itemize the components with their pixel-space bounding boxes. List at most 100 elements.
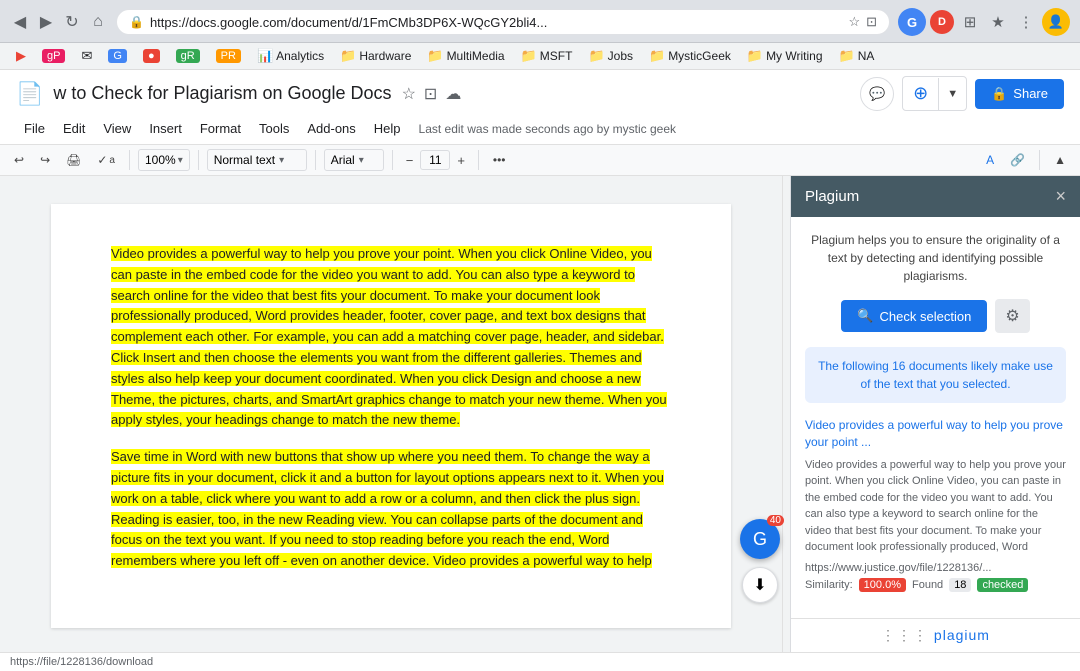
more-options-button[interactable]: •••	[487, 149, 512, 171]
search-icon: 🔍	[857, 308, 873, 324]
bookmark-folder-hardware[interactable]: 📁 Hardware	[334, 46, 417, 66]
back-button[interactable]: ◀	[10, 12, 30, 32]
bookmark-mail[interactable]: ✉	[75, 46, 98, 66]
google-account-icon[interactable]: G	[898, 8, 926, 36]
bookmark-red[interactable]: ●	[137, 47, 166, 65]
doc-paragraph-2: Save time in Word with new buttons that …	[111, 447, 671, 572]
home-button[interactable]: ⌂	[88, 12, 108, 32]
forward-button[interactable]: ▶	[36, 12, 56, 32]
cast-icon[interactable]: ⊡	[866, 14, 877, 30]
star-doc-icon[interactable]: ☆	[402, 84, 416, 104]
menu-insert[interactable]: Insert	[141, 117, 190, 140]
menu-help[interactable]: Help	[366, 117, 409, 140]
doc-paragraph-1: Video provides a powerful way to help yo…	[111, 244, 671, 431]
document-scrollbar[interactable]	[782, 176, 790, 652]
menu-file[interactable]: File	[16, 117, 53, 140]
result-badges: Similarity: 100.0% Found 18 checked	[805, 578, 1066, 592]
bookmark-youtube[interactable]: ▶	[10, 46, 32, 66]
separator5	[478, 150, 479, 170]
font-size-control: − 11 +	[401, 150, 470, 170]
browser-chrome: ◀ ▶ ↻ ⌂ 🔒 https://docs.google.com/docume…	[0, 0, 1080, 43]
bookmark-mysticgeek[interactable]: 📁 MysticGeek	[643, 46, 737, 66]
bookmark-gp[interactable]: gP	[36, 47, 71, 65]
zoom-chevron: ▾	[178, 155, 183, 166]
bookmark-icon[interactable]: ★	[986, 10, 1010, 34]
bookmark-analytics[interactable]: 📊 Analytics	[251, 46, 330, 66]
folder5-icon: 📁	[649, 48, 665, 64]
style-selector[interactable]: Normal text ▾	[207, 149, 307, 171]
separator1	[129, 150, 130, 170]
document-area[interactable]: Video provides a powerful way to help yo…	[0, 176, 782, 652]
settings-button[interactable]: ⚙	[995, 299, 1029, 333]
user-avatar[interactable]: 👤	[1042, 8, 1070, 36]
menu-addons[interactable]: Add-ons	[299, 117, 363, 140]
multimedia-label: MultiMedia	[447, 49, 505, 63]
font-value: Arial	[331, 153, 355, 167]
result-item: Video provides a powerful way to help yo…	[805, 417, 1066, 592]
reload-button[interactable]: ↻	[62, 12, 82, 32]
bookmark-g[interactable]: G	[102, 47, 133, 65]
menu-icon[interactable]: ⋮	[1014, 10, 1038, 34]
bookmark-na[interactable]: 📁 NA	[833, 46, 881, 66]
redo-button[interactable]: ↪	[34, 149, 56, 171]
mywriting-label: My Writing	[766, 49, 822, 63]
profile-icon[interactable]: D	[930, 10, 954, 34]
bookmark-gr[interactable]: gR	[170, 47, 206, 65]
scroll-down-fab[interactable]: ⬇	[742, 567, 778, 603]
msft-label: MSFT	[540, 49, 573, 63]
lock-icon: 🔒	[129, 15, 144, 29]
last-edit-text: Last edit was made seconds ago by mystic…	[419, 122, 676, 136]
plagium-brand: plagium	[934, 627, 990, 643]
bookmark-jobs[interactable]: 📁 Jobs	[582, 46, 639, 66]
plagium-title: Plagium	[805, 188, 859, 205]
font-size-value[interactable]: 11	[420, 150, 450, 170]
menu-edit[interactable]: Edit	[55, 117, 93, 140]
result-title-link[interactable]: Video provides a powerful way to help yo…	[805, 417, 1066, 451]
browser-right-icons: G D ⊞ ★ ⋮ 👤	[898, 8, 1070, 36]
plagium-close-button[interactable]: ×	[1055, 186, 1066, 207]
menu-view[interactable]: View	[95, 117, 139, 140]
page-title: w to Check for Plagiarism on Google Docs	[53, 83, 391, 104]
insert-link-button[interactable]: 🔗	[1004, 149, 1031, 171]
plagium-footer: ⋮⋮⋮ plagium	[791, 618, 1080, 652]
print-button[interactable]: 🖨	[60, 149, 87, 171]
font-size-increase[interactable]: +	[452, 151, 470, 170]
checked-badge: checked	[977, 578, 1028, 592]
undo-button[interactable]: ↩	[8, 149, 30, 171]
font-selector[interactable]: Arial ▾	[324, 149, 384, 171]
collapse-toolbar-button[interactable]: ▲	[1048, 149, 1072, 171]
check-selection-button[interactable]: 🔍 Check selection	[841, 300, 987, 332]
doc-page[interactable]: Video provides a powerful way to help yo…	[51, 204, 731, 628]
present-dropdown[interactable]: ▼	[939, 82, 966, 106]
menu-tools[interactable]: Tools	[251, 117, 297, 140]
font-size-decrease[interactable]: −	[401, 151, 419, 170]
cloud-icon[interactable]: ☁	[445, 84, 461, 104]
red-icon: ●	[143, 49, 160, 63]
bookmark-pr[interactable]: PR	[210, 47, 247, 65]
doc-text: Video provides a powerful way to help yo…	[111, 244, 671, 572]
status-bar: https://file/1228136/download	[0, 652, 1080, 671]
chat-fab-container: G 40	[740, 519, 780, 559]
bookmarks-bar: ▶ gP ✉ G ● gR PR 📊 Analytics 📁 Hardware …	[0, 43, 1080, 70]
bookmark-mywriting[interactable]: 📁 My Writing	[741, 46, 829, 66]
extensions-icon[interactable]: ⊞	[958, 10, 982, 34]
mail-icon: ✉	[81, 48, 92, 64]
menu-format[interactable]: Format	[192, 117, 249, 140]
bookmark-folder-multimedia[interactable]: 📁 MultiMedia	[421, 46, 510, 66]
share-button[interactable]: 🔒 Share	[975, 79, 1064, 109]
present-icon[interactable]: ⊕	[903, 77, 938, 110]
text-color-button[interactable]: A	[980, 149, 1000, 171]
star-icon[interactable]: ☆	[848, 14, 860, 30]
style-value: Normal text	[214, 153, 275, 167]
share-label: Share	[1013, 86, 1048, 101]
separator2	[198, 150, 199, 170]
plagium-description: Plagium helps you to ensure the original…	[805, 231, 1066, 285]
docs-title-row: 📄 w to Check for Plagiarism on Google Do…	[16, 76, 1064, 115]
spellcheck-button[interactable]: ✓a	[91, 149, 121, 171]
comment-button[interactable]: 💬	[860, 77, 894, 111]
bookmark-msft[interactable]: 📁 MSFT	[515, 46, 579, 66]
move-icon[interactable]: ⊡	[424, 84, 437, 104]
zoom-selector[interactable]: 100% ▾	[138, 149, 190, 171]
address-bar[interactable]: 🔒 https://docs.google.com/document/d/1Fm…	[116, 9, 890, 35]
folder4-icon: 📁	[588, 48, 604, 64]
